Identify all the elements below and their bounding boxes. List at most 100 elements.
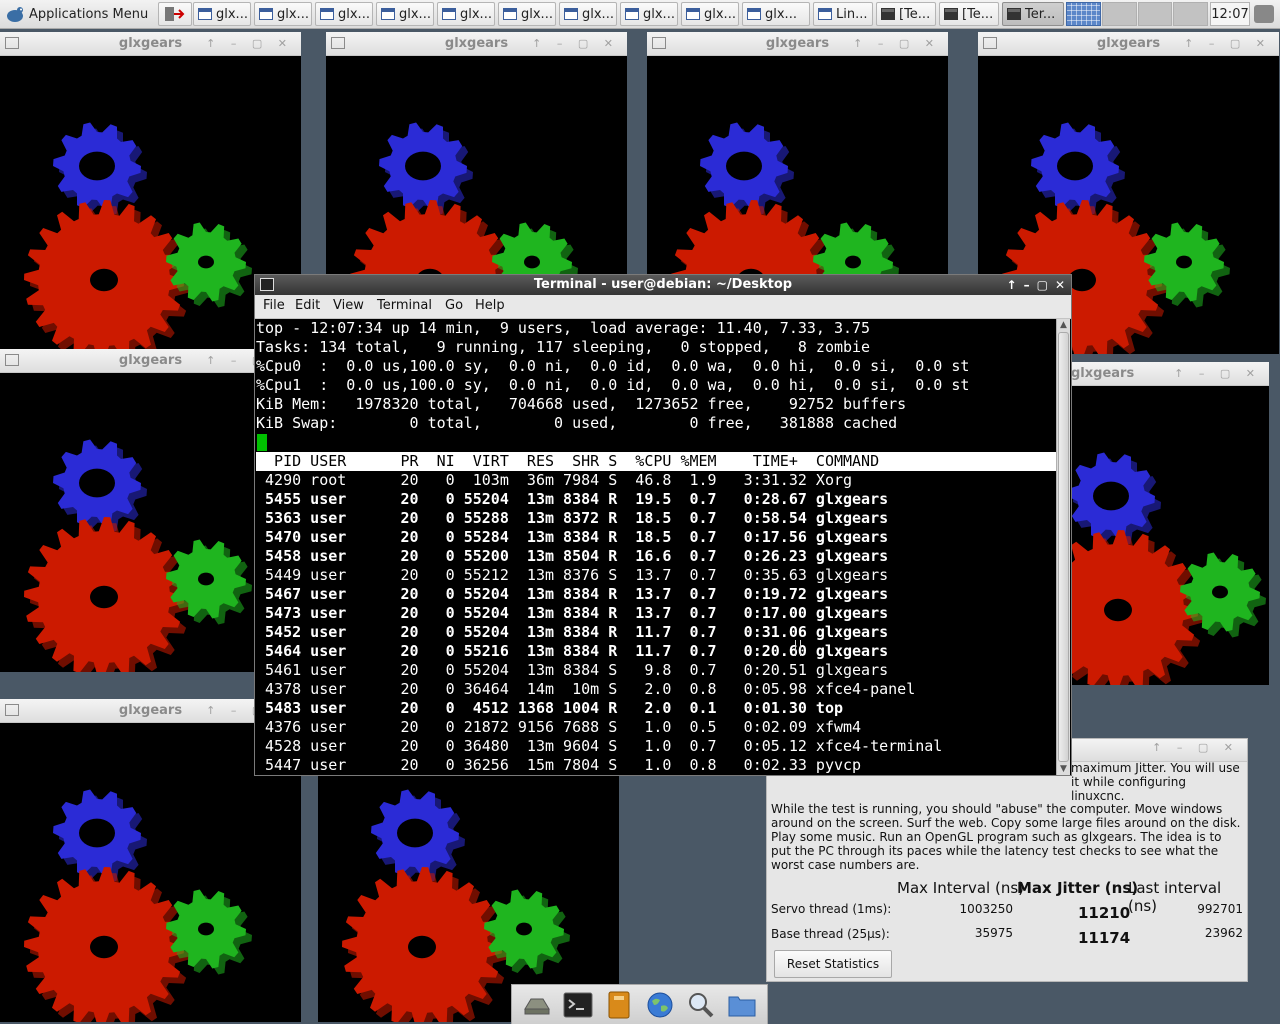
window-controls[interactable]: ↑ – ▢ ✕ — [1174, 362, 1261, 385]
stick-icon[interactable]: ↑ — [1007, 275, 1017, 295]
terminal-menu-go[interactable]: Go — [445, 298, 463, 313]
window-icon — [381, 8, 395, 20]
top-summary-line: Tasks: 134 total, 9 running, 117 sleepin… — [256, 338, 870, 357]
scroll-down-icon[interactable]: ▼ — [1057, 763, 1070, 775]
search-icon[interactable] — [686, 990, 716, 1020]
taskbar-button[interactable]: glx... — [620, 2, 678, 26]
terminal-menu-file[interactable]: File — [263, 298, 285, 313]
process-row: 5363 user 20 0 55288 13m 8372 R 18.5 0.7… — [256, 509, 889, 527]
process-table-header: PID USER PR NI VIRT RES SHR S %CPU %MEM … — [256, 452, 1056, 471]
servo-max-interval: 1003250 — [959, 902, 1013, 916]
base-max-interval: 35975 — [974, 926, 1013, 940]
glxgears-title: glxgears — [765, 36, 830, 51]
glxgears-title: glxgears — [118, 703, 183, 718]
window-icon — [747, 8, 761, 20]
terminal-menu-terminal[interactable]: Terminal — [377, 298, 432, 313]
clock[interactable]: 12:07 — [1210, 2, 1250, 26]
workspace-2[interactable] — [1101, 2, 1137, 26]
window-controls[interactable]: ↑ – ▢ ✕ — [532, 32, 619, 55]
scrollbar-thumb[interactable] — [1058, 332, 1069, 762]
workspace-1[interactable] — [1066, 2, 1101, 26]
base-max-jitter: 11174 — [1078, 929, 1131, 947]
terminal-scrollbar[interactable]: ▲ ▼ — [1056, 319, 1070, 775]
web-browser-icon[interactable] — [645, 990, 675, 1020]
taskbar-button[interactable]: glx... — [742, 2, 810, 26]
process-row: 4376 user 20 0 21872 9156 7688 S 1.0 0.5… — [256, 718, 862, 736]
window-icon — [198, 8, 212, 20]
taskbar-button[interactable]: glx... — [193, 2, 251, 26]
red-gear — [24, 867, 190, 1022]
glxgears-window[interactable]: glxgears ↑ – ▢ ✕ — [1059, 362, 1269, 685]
taskbar-button[interactable]: glx... — [498, 2, 556, 26]
taskbar-button[interactable]: Ter... — [1002, 2, 1064, 26]
window-icon — [818, 8, 832, 20]
network-icon[interactable] — [1254, 5, 1274, 23]
taskbar-button[interactable]: glx... — [315, 2, 373, 26]
glxgears-titlebar[interactable]: glxgears ↑ – ▢ ✕ — [1059, 362, 1269, 386]
glxgears-titlebar[interactable]: glxgears ↑ – ▢ ✕ — [326, 32, 627, 56]
latency-instructions: While the test is running, you should "a… — [771, 802, 1241, 872]
scroll-up-icon[interactable]: ▲ — [1057, 319, 1070, 331]
file-manager-icon[interactable] — [604, 990, 634, 1020]
minimize-icon[interactable]: – — [1024, 275, 1030, 295]
col-max-jitter: Max Jitter (ns) — [1017, 879, 1139, 897]
terminal-output[interactable]: top - 12:07:34 up 14 min, 9 users, load … — [256, 319, 1056, 775]
close-icon[interactable]: ✕ — [1055, 275, 1065, 295]
taskbar-button[interactable]: glx... — [376, 2, 434, 26]
blue-gear — [1067, 452, 1161, 546]
taskbar-button[interactable]: glx... — [254, 2, 312, 26]
blue-gear — [379, 122, 473, 216]
terminal-menu-help[interactable]: Help — [475, 298, 505, 313]
process-row: 5452 user 20 0 55204 13m 8384 R 11.7 0.7… — [256, 623, 889, 641]
process-row: 5467 user 20 0 55204 13m 8384 R 13.7 0.7… — [256, 585, 889, 603]
terminal-icon — [881, 8, 895, 20]
reset-statistics-button[interactable]: Reset Statistics — [774, 950, 892, 978]
folder-icon[interactable] — [727, 990, 757, 1020]
taskbar-button[interactable]: [Te... — [876, 2, 936, 26]
window-controls[interactable]: ↑ – ▢ ✕ — [1184, 32, 1271, 55]
applications-menu-label: Applications Menu — [29, 6, 149, 22]
process-row: 5464 user 20 0 55216 13m 8384 R 11.7 0.7… — [256, 642, 889, 660]
window-controls[interactable]: ↑ – ▢ ✕ — [206, 32, 293, 55]
terminal-menu-view[interactable]: View — [333, 298, 364, 313]
terminal-window: Terminal - user@debian: ~/Desktop ↑ – ▢ … — [254, 274, 1072, 776]
taskbar-button[interactable]: glx... — [437, 2, 495, 26]
applications-menu-button[interactable]: Applications Menu — [2, 2, 151, 26]
top-summary-text: top - 12:07:34 up 14 min, 9 users, load … — [256, 319, 871, 337]
window-controls[interactable]: ↑ – ▢ ✕ — [853, 32, 940, 55]
terminal-icon — [1007, 8, 1021, 20]
workspace-4[interactable] — [1173, 2, 1208, 26]
drive-icon[interactable] — [522, 990, 552, 1020]
terminal-menu-edit[interactable]: Edit — [295, 298, 320, 313]
workspace-3[interactable] — [1137, 2, 1173, 26]
taskbar-button[interactable]: glx... — [559, 2, 617, 26]
glxgears-titlebar[interactable]: glxgears ↑ – ▢ ✕ — [978, 32, 1279, 56]
glxgears-titlebar[interactable]: glxgears ↑ – ▢ ✕ — [647, 32, 948, 56]
taskbar-button-label: glx... — [521, 6, 553, 22]
glxgears-canvas — [1059, 386, 1269, 685]
taskbar-button-label: glx... — [277, 6, 309, 22]
terminal-icon[interactable] — [563, 990, 593, 1020]
workspace-switcher[interactable] — [1066, 2, 1208, 26]
process-row: 4290 root 20 0 103m 36m 7984 S 46.8 1.9 … — [256, 471, 853, 489]
terminal-title: Terminal - user@debian: ~/Desktop — [533, 277, 793, 292]
window-icon — [5, 354, 19, 366]
terminal-titlebar[interactable]: Terminal - user@debian: ~/Desktop ↑ – ▢ … — [255, 275, 1071, 295]
window-icon — [331, 37, 345, 49]
top-summary-line: KiB Swap: 0 total, 0 used, 0 free, 38188… — [256, 414, 897, 433]
taskbar-button[interactable]: [Te... — [939, 2, 999, 26]
window-icon — [686, 8, 700, 20]
maximize-icon[interactable]: ▢ — [1037, 275, 1048, 295]
top-summary-line: KiB Mem: 1978320 total, 704668 used, 127… — [256, 395, 906, 414]
taskbar-button[interactable]: glx... — [681, 2, 739, 26]
top-summary-line: %Cpu0 : 0.0 us,100.0 sy, 0.0 ni, 0.0 id,… — [256, 357, 969, 376]
logout-button[interactable] — [158, 2, 192, 26]
window-controls[interactable]: ↑ – ▢ ✕ — [1152, 741, 1239, 754]
taskbar-button-label: glx... — [704, 6, 736, 22]
process-row: 4528 user 20 0 36480 13m 9604 S 1.0 0.7 … — [256, 737, 943, 755]
red-gear — [342, 867, 508, 1022]
taskbar-button[interactable]: Lin... — [813, 2, 873, 26]
process-row: 5470 user 20 0 55284 13m 8384 R 18.5 0.7… — [256, 528, 889, 546]
window-icon — [320, 8, 334, 20]
glxgears-titlebar[interactable]: glxgears ↑ – ▢ ✕ — [0, 32, 301, 56]
